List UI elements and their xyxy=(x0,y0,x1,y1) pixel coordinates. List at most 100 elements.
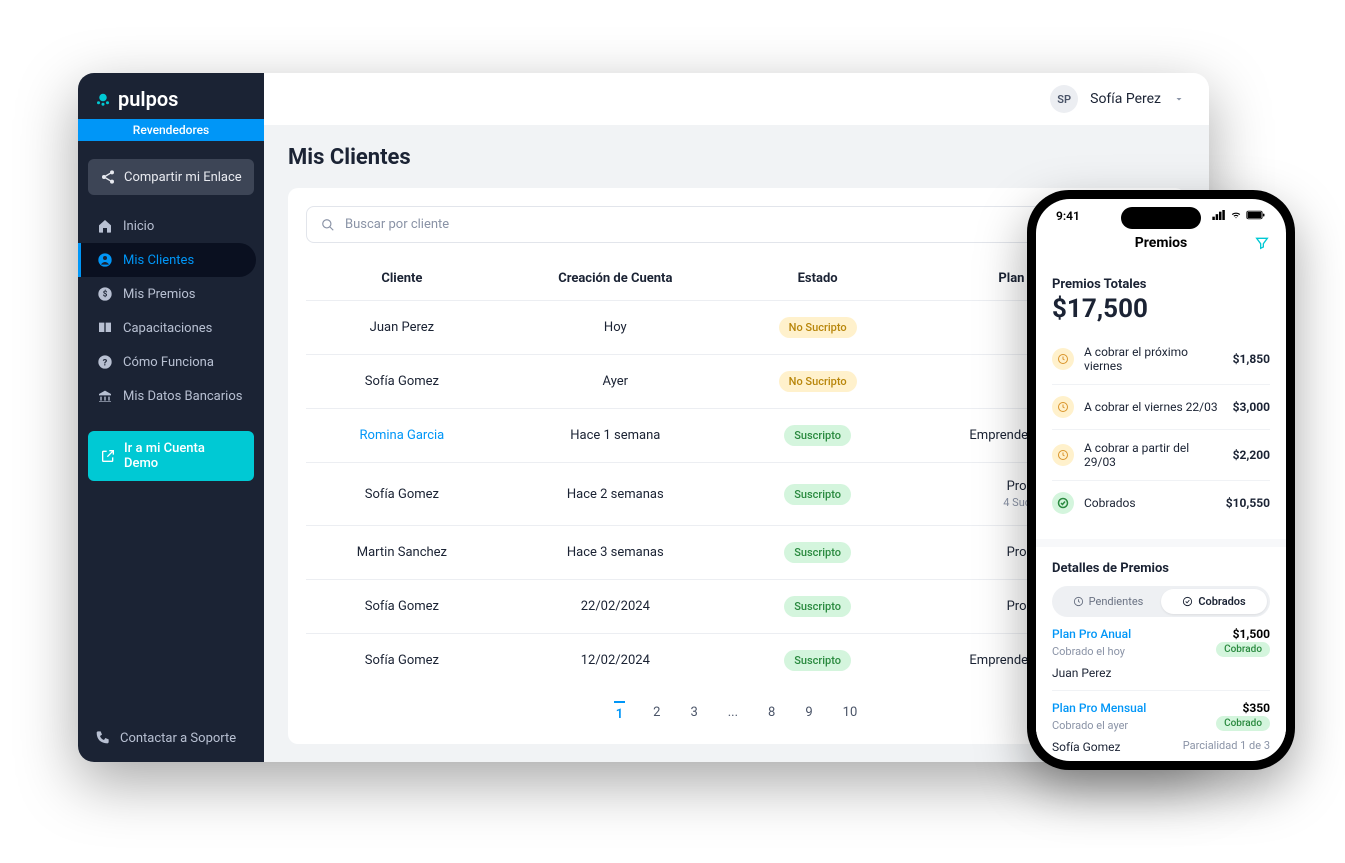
wifi-icon xyxy=(1229,210,1243,220)
page-number[interactable]: 1 xyxy=(614,701,625,726)
brand-name: pulpos xyxy=(118,87,178,111)
totals-section: Premios Totales $17,500 A cobrar el próx… xyxy=(1036,263,1286,539)
sidebar-item-mis-clientes[interactable]: Mis Clientes xyxy=(78,243,256,277)
brand-logo: pulpos xyxy=(78,73,264,119)
battery-icon xyxy=(1246,210,1266,220)
detail-plan: Plan Pro Anual xyxy=(1052,627,1131,641)
clock-icon xyxy=(1073,596,1084,607)
phone-icon xyxy=(94,730,110,746)
page-number[interactable]: 3 xyxy=(688,701,699,726)
detail-amount: $350 xyxy=(1242,701,1270,715)
clock-icon xyxy=(1052,396,1074,418)
phone-header: Premios xyxy=(1036,225,1286,263)
premio-item[interactable]: Cobrados $10,550 xyxy=(1052,481,1270,525)
phone-title: Premios xyxy=(1135,235,1188,251)
page-title: Mis Clientes xyxy=(288,133,1185,188)
status-badge: Suscripto xyxy=(784,596,851,617)
cell-created: Hoy xyxy=(498,301,733,355)
status-badge: Suscripto xyxy=(784,542,851,563)
phone-body: Premios Totales $17,500 A cobrar el próx… xyxy=(1036,263,1286,759)
detail-item[interactable]: Plan Pro Mensual $350 Cobrado el ayer Co… xyxy=(1052,691,1270,759)
cell-status: Suscripto xyxy=(733,526,903,580)
detail-name: Sofía Gomez xyxy=(1052,740,1120,754)
share-label: Compartir mi Enlace xyxy=(124,170,242,185)
filter-icon[interactable] xyxy=(1254,235,1270,251)
cell-created: 12/02/2024 xyxy=(498,634,733,688)
premio-value: $10,550 xyxy=(1226,496,1270,510)
cell-status: Suscripto xyxy=(733,463,903,526)
cell-status: Suscripto xyxy=(733,580,903,634)
col-status: Estado xyxy=(733,257,903,301)
page-number[interactable]: 10 xyxy=(841,701,860,726)
page-number[interactable]: 8 xyxy=(766,701,777,726)
search-placeholder: Buscar por cliente xyxy=(345,217,449,232)
seg-pendientes[interactable]: Pendientes xyxy=(1055,589,1161,614)
details-section: Detalles de Premios Pendientes Cobrados … xyxy=(1036,547,1286,759)
premio-item[interactable]: A cobrar el viernes 22/03 $3,000 xyxy=(1052,385,1270,430)
premio-text: Cobrados xyxy=(1084,496,1216,510)
status-badge: No Sucripto xyxy=(779,317,857,338)
help-icon: ? xyxy=(97,354,113,370)
cell-created: Hace 2 semanas xyxy=(498,463,733,526)
cell-created: 22/02/2024 xyxy=(498,580,733,634)
search-input[interactable]: Buscar por cliente xyxy=(306,206,1078,243)
detail-part: Parcialidad 1 de 3 xyxy=(1183,739,1270,752)
sidebar-item-datos-bancarios[interactable]: Mis Datos Bancarios xyxy=(78,379,264,413)
cell-client: Martin Sanchez xyxy=(306,526,498,580)
share-link-button[interactable]: Compartir mi Enlace xyxy=(88,159,254,195)
support-label: Contactar a Soporte xyxy=(120,731,236,746)
cell-status: Suscripto xyxy=(733,409,903,463)
status-badge: No Sucripto xyxy=(779,371,857,392)
nav-label: Mis Clientes xyxy=(123,253,194,268)
nav-label: Mis Datos Bancarios xyxy=(123,389,242,404)
premio-value: $3,000 xyxy=(1233,400,1270,414)
sidebar-item-mis-premios[interactable]: $ Mis Premios xyxy=(78,277,264,311)
cell-client: Sofía Gomez xyxy=(306,463,498,526)
cell-created: Ayer xyxy=(498,355,733,409)
premio-text: A cobrar el próximo viernes xyxy=(1084,345,1223,373)
cell-client: Sofía Gomez xyxy=(306,580,498,634)
nav-label: Mis Premios xyxy=(123,287,196,302)
premio-value: $1,850 xyxy=(1233,352,1270,366)
clock-icon xyxy=(1052,348,1074,370)
sidebar-item-capacitaciones[interactable]: Capacitaciones xyxy=(78,311,264,345)
seg-cobrados[interactable]: Cobrados xyxy=(1161,589,1267,614)
demo-label: Ir a mi Cuenta Demo xyxy=(124,441,242,471)
nav-label: Capacitaciones xyxy=(123,321,212,336)
svg-text:$: $ xyxy=(103,290,108,299)
page-number[interactable]: 2 xyxy=(651,701,662,726)
detail-item[interactable]: Plan Pro Anual $1,500 Cobrado el hoy Cob… xyxy=(1052,617,1270,691)
premio-item[interactable]: A cobrar a partir del 29/03 $2,200 xyxy=(1052,430,1270,481)
detail-amount: $1,500 xyxy=(1233,627,1270,641)
phone-notch xyxy=(1121,207,1201,229)
nav-label: Inicio xyxy=(123,219,154,234)
status-badge: Suscripto xyxy=(784,484,851,505)
check-circle-icon xyxy=(1182,596,1193,607)
cell-client: Sofía Gomez xyxy=(306,355,498,409)
contact-support[interactable]: Contactar a Soporte xyxy=(78,714,264,762)
share-icon xyxy=(100,169,116,185)
check-circle-icon xyxy=(1052,492,1074,514)
search-icon xyxy=(321,218,335,232)
sidebar-item-inicio[interactable]: Inicio xyxy=(78,209,264,243)
time: 9:41 xyxy=(1056,209,1080,223)
sidebar: pulpos Revendedores Compartir mi Enlace … xyxy=(78,73,264,762)
cell-client: Romina Garcia xyxy=(306,409,498,463)
detail-sub: Cobrado el ayer xyxy=(1052,719,1128,732)
demo-account-button[interactable]: Ir a mi Cuenta Demo xyxy=(88,431,254,481)
topbar: SP Sofía Perez xyxy=(264,73,1209,125)
avatar[interactable]: SP xyxy=(1050,85,1078,113)
detail-badge: Cobrado xyxy=(1216,716,1270,731)
chevron-down-icon[interactable] xyxy=(1173,93,1185,105)
cell-created: Hace 3 semanas xyxy=(498,526,733,580)
col-created: Creación de Cuenta xyxy=(498,257,733,301)
sidebar-item-como-funciona[interactable]: ? Cómo Funciona xyxy=(78,345,264,379)
status-icons xyxy=(1212,209,1266,223)
premio-value: $2,200 xyxy=(1233,448,1270,462)
cell-status: No Sucripto xyxy=(733,301,903,355)
premio-item[interactable]: A cobrar el próximo viernes $1,850 xyxy=(1052,334,1270,385)
cell-created: Hace 1 semana xyxy=(498,409,733,463)
page-number[interactable]: 9 xyxy=(803,701,814,726)
totals-label: Premios Totales xyxy=(1052,277,1270,292)
svg-text:?: ? xyxy=(103,357,108,368)
